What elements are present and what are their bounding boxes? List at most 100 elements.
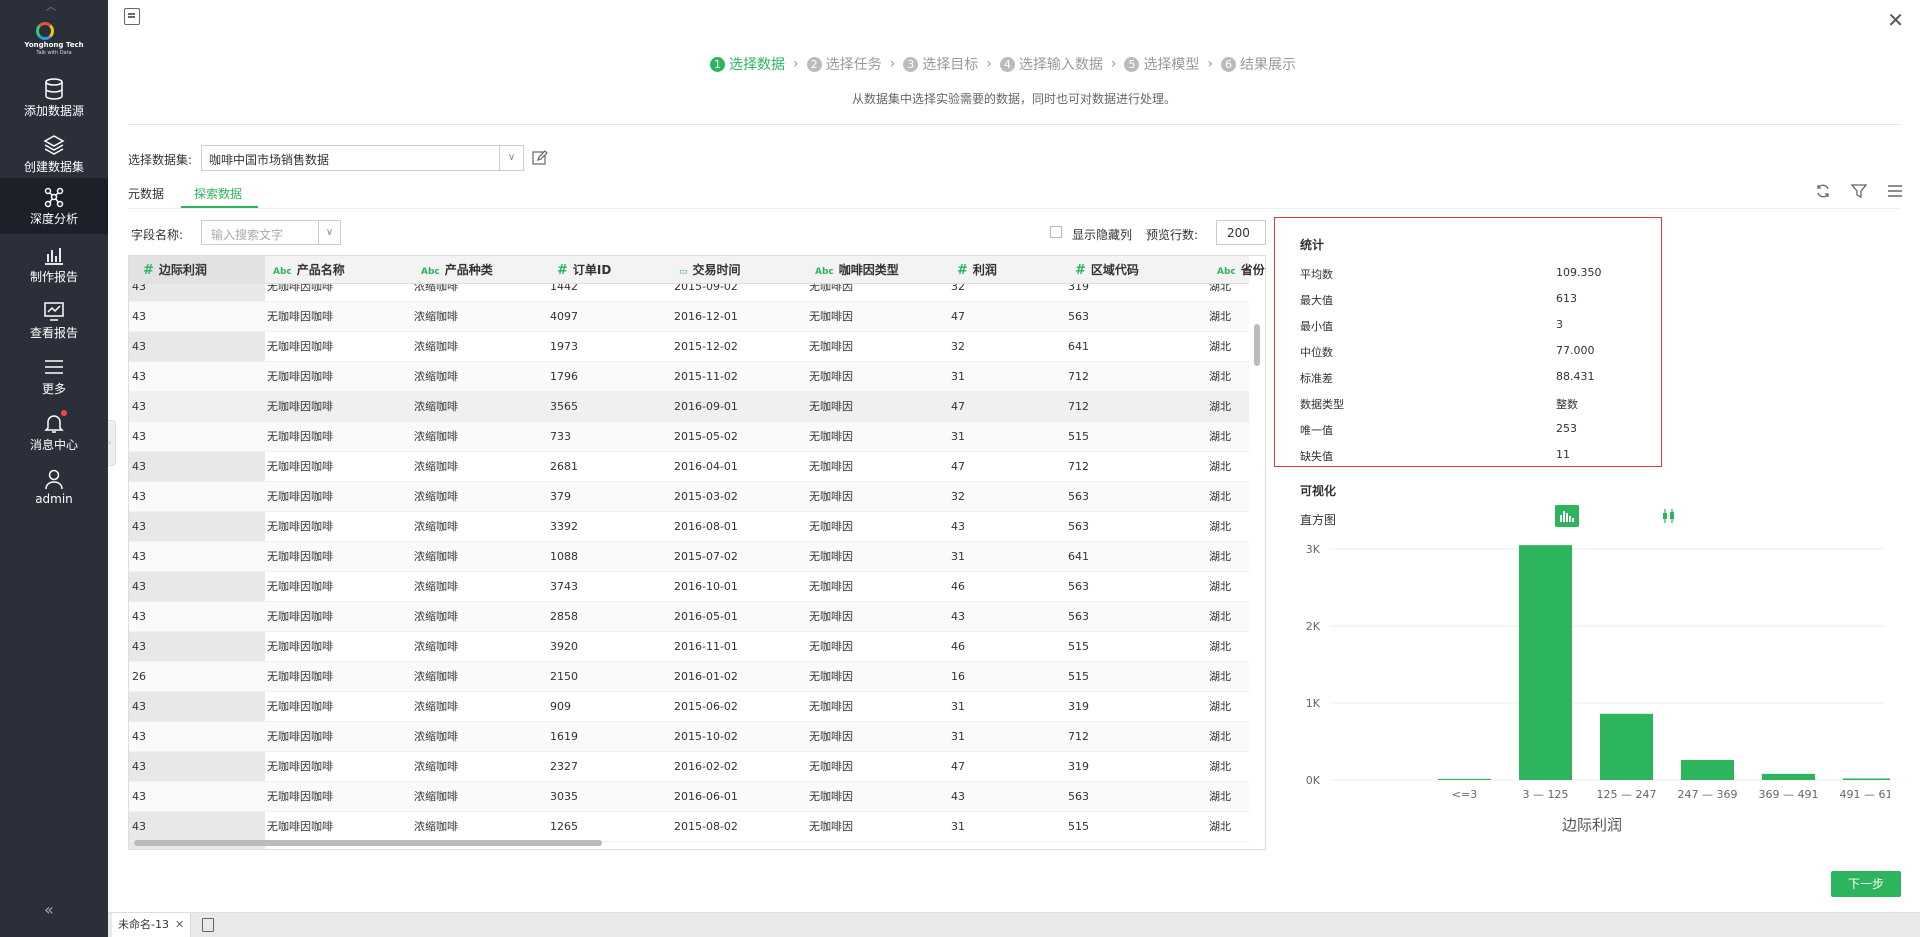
table-cell: 无咖啡因咖啡 xyxy=(267,700,333,713)
y-tick-label: 1K xyxy=(1306,697,1321,710)
table-row[interactable]: 43 无咖啡因咖啡 浓缩咖啡 1088 2015-07-02 无咖啡因 31 641 湖北 xyxy=(129,542,1249,572)
table-row[interactable]: 43 无咖啡因咖啡 浓缩咖啡 4097 2016-12-01 无咖啡因 47 563 湖北 xyxy=(129,302,1249,332)
table-row[interactable]: 43 无咖啡因咖啡 浓缩咖啡 3743 2016-10-01 无咖啡因 46 563 湖北 xyxy=(129,572,1249,602)
step-select-target[interactable]: 3 选择目标 › xyxy=(903,54,1000,74)
sidebar-item-view-report[interactable]: 查看报告 xyxy=(0,292,108,348)
table-cell: 641 xyxy=(1068,550,1089,563)
chevron-down-icon[interactable]: ∨ xyxy=(318,221,340,244)
field-search-input[interactable]: 输入搜索文字 ∨ xyxy=(201,220,341,245)
table-row[interactable]: 43 无咖啡因咖啡 浓缩咖啡 909 2015-06-02 无咖啡因 31 319 湖北 xyxy=(129,692,1249,722)
table-cell: 2016-05-01 xyxy=(674,610,738,623)
table-cell: 湖北 xyxy=(1209,730,1231,743)
table-row[interactable]: 43 无咖啡因咖啡 浓缩咖啡 733 2015-05-02 无咖啡因 31 515 湖北 xyxy=(129,422,1249,452)
column-header[interactable]: # 边际利润 xyxy=(135,256,207,284)
table-cell: 43 xyxy=(951,790,965,803)
edit-icon[interactable] xyxy=(532,150,548,166)
step-results[interactable]: 6 结果展示 xyxy=(1221,54,1296,74)
table-row[interactable]: 43 无咖啡因咖啡 浓缩咖啡 3035 2016-06-01 无咖啡因 43 563 湖北 xyxy=(129,782,1249,812)
table-cell: 浓缩咖啡 xyxy=(414,430,458,443)
y-tick-label: 0K xyxy=(1306,774,1321,787)
stat-label: 最大值 xyxy=(1300,294,1333,307)
sidebar-item-messages[interactable]: 消息中心 xyxy=(0,404,108,460)
refresh-icon[interactable] xyxy=(1815,182,1831,200)
histogram-bar[interactable] xyxy=(1762,773,1815,780)
table-cell: 712 xyxy=(1068,400,1089,413)
table-cell: 43 xyxy=(132,790,146,803)
table-cell: 32 xyxy=(951,284,965,293)
sidebar-item-user[interactable]: admin xyxy=(0,460,108,516)
table-row[interactable]: 43 无咖啡因咖啡 浓缩咖啡 1973 2015-12-02 无咖啡因 32 641 湖北 xyxy=(129,332,1249,362)
histogram-bar[interactable] xyxy=(1600,713,1653,780)
step-select-task[interactable]: 2 选择任务 › xyxy=(806,54,904,74)
table-row[interactable]: 43 无咖啡因咖啡 浓缩咖啡 1619 2015-10-02 无咖啡因 31 712 湖北 xyxy=(129,722,1249,752)
histogram-bar[interactable] xyxy=(1681,759,1734,780)
table-row[interactable]: 43 无咖啡因咖啡 浓缩咖啡 2858 2016-05-01 无咖啡因 43 563 湖北 xyxy=(129,602,1249,632)
histogram-bar[interactable] xyxy=(1843,778,1890,780)
step-select-data[interactable]: 1 选择数据 › xyxy=(710,54,807,74)
histogram-bar[interactable] xyxy=(1519,545,1572,780)
show-hidden-checkbox[interactable] xyxy=(1050,226,1062,238)
column-header[interactable]: # 订单ID xyxy=(549,256,611,284)
number-type-icon: # xyxy=(1075,263,1086,278)
table-row[interactable]: 43 无咖啡因咖啡 浓缩咖啡 3920 2016-11-01 无咖啡因 46 515 湖北 xyxy=(129,632,1249,662)
list-settings-icon[interactable] xyxy=(1887,182,1903,200)
step-select-input[interactable]: 4 选择输入数据 › xyxy=(999,54,1125,74)
collapse-sidebar-icon[interactable]: « xyxy=(44,900,54,919)
table-row[interactable]: 43 无咖啡因咖啡 浓缩咖啡 3392 2016-08-01 无咖啡因 43 563 湖北 xyxy=(129,512,1249,542)
table-cell: 2016-08-01 xyxy=(674,520,738,533)
column-header[interactable]: Abc 产品种类 xyxy=(413,256,493,284)
sidebar-item-more[interactable]: 更多 xyxy=(0,348,108,404)
histogram-bar[interactable] xyxy=(1438,778,1491,780)
table-row[interactable]: 26 无咖啡因咖啡 浓缩咖啡 2150 2016-01-02 无咖啡因 16 515 湖北 xyxy=(129,662,1249,692)
tab-explore-data[interactable]: 探索数据 xyxy=(194,185,242,202)
table-row[interactable]: 43 无咖啡因咖啡 浓缩咖啡 2681 2016-04-01 无咖啡因 47 712 湖北 xyxy=(129,452,1249,482)
column-header[interactable]: Abc 咖啡因类型 xyxy=(807,256,899,284)
table-cell: 46 xyxy=(951,640,965,653)
horizontal-scrollbar[interactable] xyxy=(134,840,602,846)
panel-toggle-handle[interactable]: › xyxy=(108,420,116,466)
table-row[interactable]: 43 无咖啡因咖啡 浓缩咖啡 3565 2016-09-01 无咖啡因 47 712 湖北 xyxy=(129,392,1249,422)
sidebar-item-create-dataset[interactable]: 创建数据集 xyxy=(0,126,108,182)
table-cell: 无咖啡因咖啡 xyxy=(267,730,333,743)
document-tab[interactable]: 未命名-13 ✕ xyxy=(112,913,192,937)
table-row[interactable]: 43 无咖啡因咖啡 浓缩咖啡 1442 2015-09-02 无咖啡因 32 319 湖北 xyxy=(129,284,1249,302)
x-tick-label: 369 — 491 xyxy=(1759,788,1819,801)
step-select-model[interactable]: 5 选择模型 › xyxy=(1124,54,1221,74)
column-header[interactable]: # 利润 xyxy=(949,256,997,284)
vertical-scrollbar[interactable] xyxy=(1254,324,1260,366)
boxplot-icon[interactable] xyxy=(1661,508,1677,524)
histogram-toggle-button[interactable] xyxy=(1555,505,1579,527)
chevron-down-icon[interactable]: ∨ xyxy=(499,146,523,170)
column-header[interactable]: Abc 省份 xyxy=(1209,256,1265,284)
table-row[interactable]: 43 无咖啡因咖啡 浓缩咖啡 2327 2016-02-02 无咖啡因 47 319 湖北 xyxy=(129,752,1249,782)
close-icon[interactable]: ✕ xyxy=(1887,8,1904,32)
close-tab-icon[interactable]: ✕ xyxy=(175,918,184,931)
table-cell: 319 xyxy=(1068,760,1089,773)
copy-icon[interactable] xyxy=(202,918,214,932)
table-row[interactable]: 43 无咖啡因咖啡 浓缩咖啡 1796 2015-11-02 无咖啡因 31 712 湖北 xyxy=(129,362,1249,392)
column-header[interactable]: ▭ 交易时间 xyxy=(671,256,741,284)
table-cell: 浓缩咖啡 xyxy=(414,580,458,593)
dataset-select[interactable]: 咖啡中国市场销售数据 ∨ xyxy=(201,145,524,171)
filter-icon[interactable] xyxy=(1851,182,1867,200)
document-icon[interactable] xyxy=(124,8,140,25)
tab-metadata[interactable]: 元数据 xyxy=(128,185,164,202)
table-cell: 43 xyxy=(132,760,146,773)
chevron-up-icon[interactable]: ︿ xyxy=(46,0,56,13)
table-cell: 712 xyxy=(1068,370,1089,383)
preview-rows-input[interactable]: 200 xyxy=(1216,220,1266,245)
table-row[interactable]: 43 无咖啡因咖啡 浓缩咖啡 1265 2015-08-02 无咖啡因 31 515 湖北 xyxy=(129,812,1249,842)
sidebar-item-make-report[interactable]: 制作报告 xyxy=(0,236,108,292)
table-cell: 无咖啡因咖啡 xyxy=(267,610,333,623)
column-header[interactable]: Abc 产品名称 xyxy=(265,256,345,284)
table-cell: 43 xyxy=(132,580,146,593)
table-row[interactable]: 43 无咖啡因咖啡 浓缩咖啡 379 2015-03-02 无咖啡因 32 563 湖北 xyxy=(129,482,1249,512)
table-cell: 43 xyxy=(132,430,146,443)
next-button[interactable]: 下一步 xyxy=(1831,871,1901,897)
network-icon xyxy=(44,187,64,208)
sidebar-item-deep-analysis[interactable]: 深度分析 xyxy=(0,178,108,234)
column-header[interactable]: # 区域代码 xyxy=(1067,256,1139,284)
stats-title: 统计 xyxy=(1300,238,1325,252)
table-cell: 3743 xyxy=(550,580,578,593)
sidebar-item-add-datasource[interactable]: 添加数据源 xyxy=(0,70,108,126)
